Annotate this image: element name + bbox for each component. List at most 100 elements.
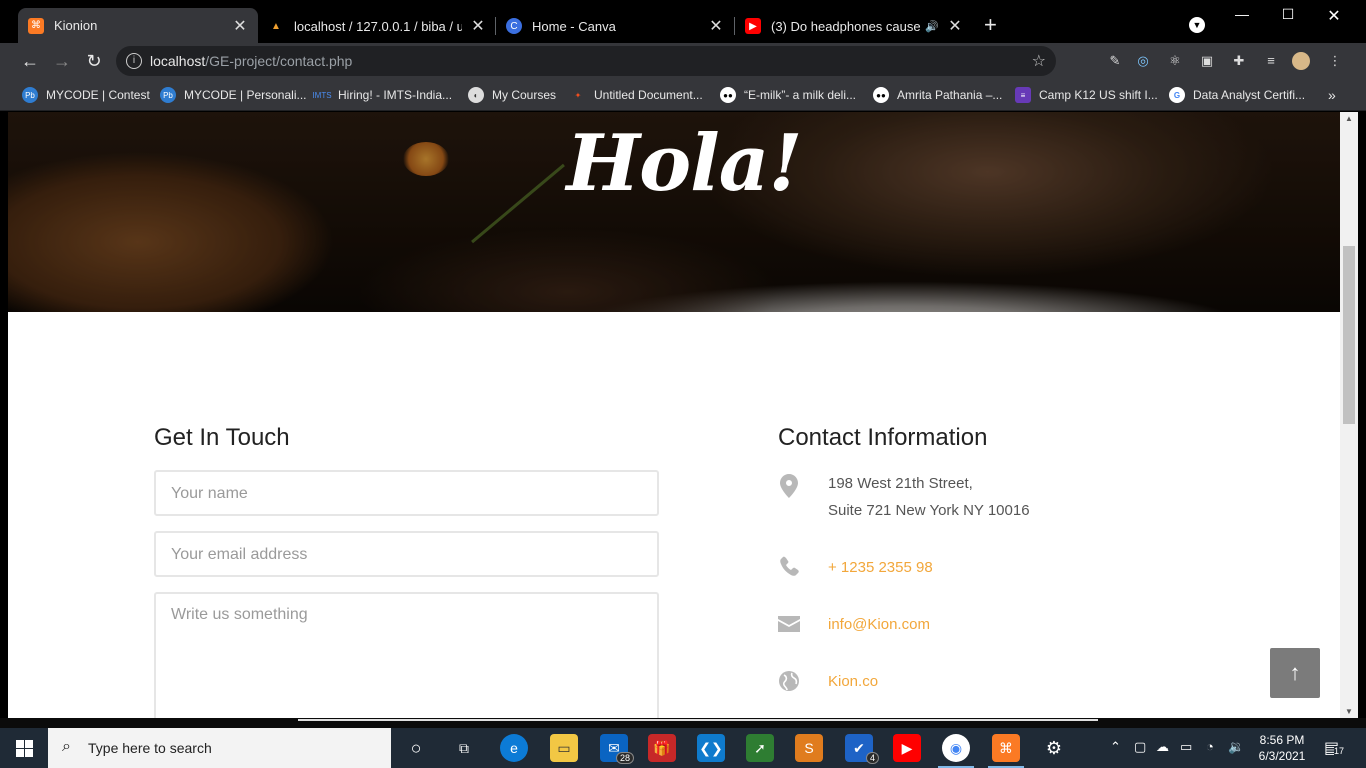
bookmark-label: Camp K12 US shift I... xyxy=(1039,88,1158,102)
bookmark-item[interactable]: ◐ My Courses xyxy=(468,85,556,105)
message-textarea[interactable]: Write us something xyxy=(154,592,659,718)
website-link[interactable]: Kion.co xyxy=(828,668,878,695)
bookmark-item[interactable]: ●● Amrita Pathania –... xyxy=(873,85,1002,105)
volume-icon[interactable]: 🔉 xyxy=(1228,739,1244,755)
hero-banner: Hola! xyxy=(8,112,1340,312)
pb-icon: Pb xyxy=(22,87,38,103)
youtube-icon: ▶ xyxy=(745,18,761,34)
address-line-2: Suite 721 New York NY 10016 xyxy=(828,502,1030,519)
scrollbar-thumb[interactable] xyxy=(1343,246,1355,424)
canva-icon: C xyxy=(506,18,522,34)
bookmark-label: Hiring! - IMTS-India... xyxy=(338,88,453,102)
bookmark-label: Untitled Document... xyxy=(594,88,703,102)
extension-react-icon[interactable]: ⚛ xyxy=(1166,52,1184,70)
sublime-text-icon[interactable]: S xyxy=(795,734,823,762)
onedrive-icon[interactable]: ☁ xyxy=(1156,739,1169,755)
taskbar-clock[interactable]: 8:56 PM 6/3/2021 xyxy=(1252,732,1312,764)
speaker-icon[interactable]: 🔊 xyxy=(925,20,939,33)
bookmark-item[interactable]: ✦ Untitled Document... xyxy=(570,85,703,105)
search-placeholder: Type here to search xyxy=(88,740,212,756)
bookmark-label: Data Analyst Certifi... xyxy=(1193,88,1306,102)
new-tab-button[interactable]: + xyxy=(984,14,997,36)
url-text: localhost/GE-project/contact.php xyxy=(150,53,352,69)
tab-title: localhost / 127.0.0.1 / biba / user xyxy=(294,18,462,34)
tab-youtube[interactable]: ▶ (3) Do headphones cause he 🔊 ✕ xyxy=(735,9,973,43)
close-icon[interactable]: ✕ xyxy=(947,16,963,36)
forward-arrow-icon[interactable]: → xyxy=(50,49,74,73)
tab-canva[interactable]: C Home - Canva ✕ xyxy=(496,9,734,43)
mail-badge: 28 xyxy=(615,752,634,764)
task-view-icon[interactable]: ⧉ xyxy=(450,734,478,762)
address-bar[interactable]: i localhost/GE-project/contact.php ☆ xyxy=(116,46,1056,76)
reload-icon[interactable]: ↻ xyxy=(82,49,106,73)
courses-icon: ◐ xyxy=(468,87,484,103)
browser-tab-strip: ⌘ Kionion ✕ ▲ localhost / 127.0.0.1 / bi… xyxy=(0,0,1366,43)
profile-avatar[interactable] xyxy=(1292,52,1310,70)
url-host: localhost xyxy=(150,53,206,69)
todo-icon[interactable]: ✔ 4 xyxy=(845,734,879,764)
file-explorer-icon[interactable]: ▭ xyxy=(550,734,578,762)
scroll-to-top-button[interactable]: ↑ xyxy=(1270,648,1320,698)
notification-center-icon[interactable]: ▤ 17 xyxy=(1324,738,1345,758)
tab-search-icon[interactable]: ▼ xyxy=(1189,17,1205,33)
info-icon[interactable]: i xyxy=(126,53,142,69)
maximize-button[interactable]: ☐ xyxy=(1265,6,1311,23)
xampp-taskbar-icon[interactable]: ⌘ xyxy=(988,734,1024,768)
extension-pen-icon[interactable]: ✎ xyxy=(1106,52,1124,70)
medium-icon: ●● xyxy=(720,87,736,103)
wifi-icon[interactable]: ◔ xyxy=(1206,739,1214,754)
vscode-icon[interactable]: ❮❯ xyxy=(697,734,725,762)
phpmyadmin-icon: ▲ xyxy=(271,20,281,32)
cortana-icon[interactable]: ○ xyxy=(402,734,430,762)
rocket-icon[interactable]: ➚ xyxy=(746,734,774,762)
close-icon[interactable]: ✕ xyxy=(708,16,724,36)
edge-icon[interactable]: e xyxy=(500,734,528,762)
extension-print-icon[interactable]: ▣ xyxy=(1198,52,1216,70)
extension-owl-icon[interactable]: ◎ xyxy=(1134,52,1152,70)
taskbar-search-box[interactable]: ⌕ Type here to search xyxy=(48,728,391,768)
reading-list-icon[interactable]: ≡ xyxy=(1262,52,1280,70)
clock-time: 8:56 PM xyxy=(1259,733,1305,747)
bookmarks-overflow-icon[interactable]: » xyxy=(1328,85,1336,105)
bookmark-star-icon[interactable]: ☆ xyxy=(1032,51,1046,71)
window-close-button[interactable]: ✕ xyxy=(1311,6,1357,26)
mail-icon[interactable]: ✉ 28 xyxy=(600,734,634,764)
address-line-1: 198 West 21th Street, xyxy=(828,475,973,492)
email-input[interactable]: Your email address xyxy=(154,531,659,577)
meet-now-icon[interactable]: ▢ xyxy=(1134,739,1146,755)
gift-icon[interactable]: 🎁 xyxy=(648,734,676,762)
bookmark-item[interactable]: ≡ Camp K12 US shift I... xyxy=(1015,85,1158,105)
xampp-icon: ⌘ xyxy=(28,17,44,34)
settings-gear-icon[interactable]: ⚙ xyxy=(1040,734,1068,762)
tray-chevron-icon[interactable]: ⌃ xyxy=(1110,739,1121,755)
tab-kionion[interactable]: ⌘ Kionion ✕ xyxy=(18,8,258,43)
extensions-puzzle-icon[interactable]: ✚ xyxy=(1230,52,1248,70)
minimize-button[interactable]: — xyxy=(1219,6,1265,22)
bookmark-label: MYCODE | Personali... xyxy=(184,88,307,102)
close-icon[interactable]: ✕ xyxy=(232,16,248,36)
bookmark-item[interactable]: Pb MYCODE | Contest xyxy=(22,85,150,105)
bookmark-label: MYCODE | Contest xyxy=(46,88,150,102)
windows-start-button[interactable] xyxy=(0,728,48,768)
page-scrollbar[interactable]: ▲ ▼ xyxy=(1340,112,1358,718)
forms-icon: ≡ xyxy=(1015,87,1031,103)
scroll-down-arrow-icon[interactable]: ▼ xyxy=(1345,707,1353,716)
menu-dots-icon[interactable]: ⋮ xyxy=(1326,52,1344,70)
name-input[interactable]: Your name xyxy=(154,470,659,516)
email-link[interactable]: info@Kion.com xyxy=(828,611,930,638)
bookmark-item[interactable]: G Data Analyst Certifi... xyxy=(1169,85,1305,105)
bookmark-item[interactable]: IMTS Hiring! - IMTS-India... xyxy=(312,85,453,105)
close-icon[interactable]: ✕ xyxy=(470,16,486,36)
phone-link[interactable]: + 1235 2355 98 xyxy=(828,554,933,581)
bookmark-label: Amrita Pathania –... xyxy=(897,88,1003,102)
chrome-icon[interactable]: ◉ xyxy=(938,734,974,768)
battery-icon[interactable]: ▭ xyxy=(1180,739,1192,755)
medium-icon: ●● xyxy=(873,87,889,103)
bookmark-item[interactable]: ●● “E-milk”- a milk deli... xyxy=(720,85,856,105)
url-path: /GE-project/contact.php xyxy=(205,53,353,69)
bookmark-item[interactable]: Pb MYCODE | Personali... xyxy=(160,85,306,105)
tab-phpmyadmin[interactable]: ▲ localhost / 127.0.0.1 / biba / user ✕ xyxy=(258,9,496,43)
scroll-up-arrow-icon[interactable]: ▲ xyxy=(1345,114,1353,123)
back-arrow-icon[interactable]: ← xyxy=(18,49,42,73)
youtube-app-icon[interactable]: ▶ xyxy=(893,734,921,762)
